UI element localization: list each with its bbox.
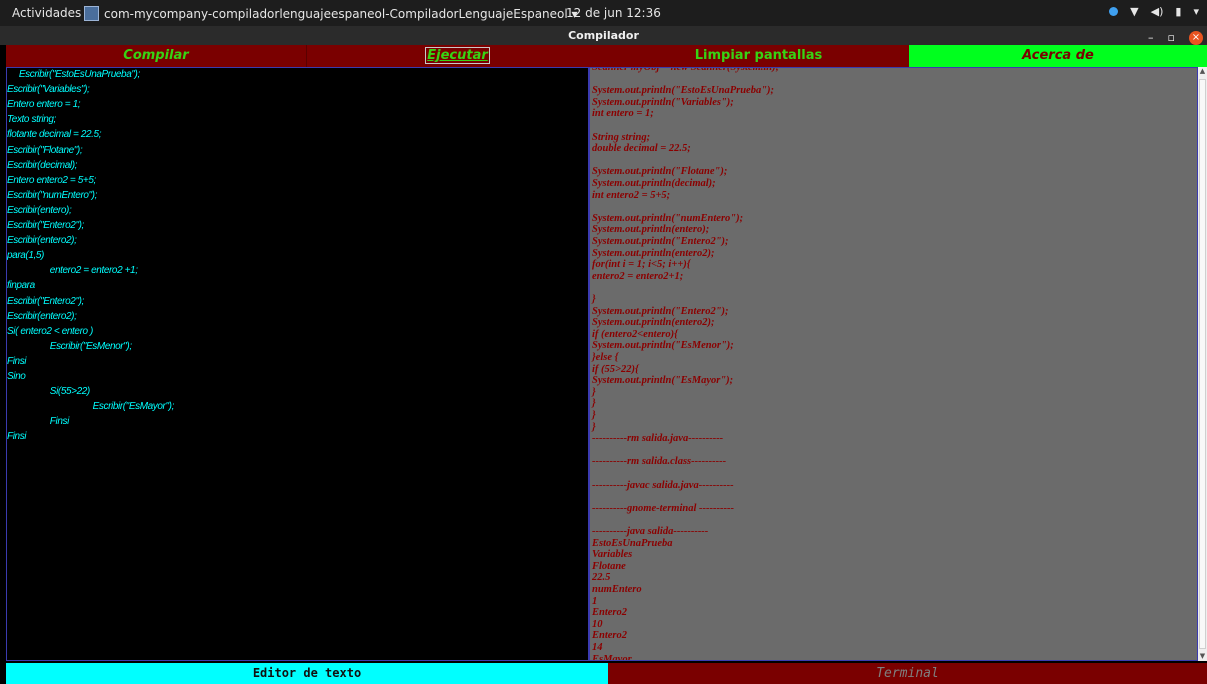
terminal-scrollbar[interactable]: ▲ ▼ (1198, 67, 1207, 661)
editor-line: Escribir("Flotane"); (7, 144, 83, 156)
terminal-line: Entero2 (592, 630, 628, 642)
terminal-line: System.out.println("Entero2"); (592, 305, 729, 317)
editor-line: Sino (7, 371, 26, 382)
terminal-line: EstoEsUnaPrueba (592, 537, 673, 549)
terminal-line: ----------rm salida.java---------- (592, 433, 724, 445)
tab-terminal[interactable]: Terminal (608, 663, 1207, 684)
editor-line: para(1,5) (7, 250, 44, 262)
limpiar-pantallas-button[interactable]: Limpiar pantallas (608, 45, 909, 67)
editor-line: Entero entero2 = 5+5; (7, 174, 96, 186)
activities-button[interactable]: Actividades (12, 6, 81, 20)
compilar-button[interactable]: Compilar (6, 45, 307, 67)
clock[interactable]: 12 de jun 12:36 (566, 6, 661, 20)
terminal-line: numEntero (592, 584, 642, 595)
terminal-line: entero2 = entero2+1; (592, 270, 684, 282)
terminal-line: ----------gnome-terminal ---------- (592, 502, 734, 514)
terminal-line: System.out.println("EsMayor"); (592, 375, 734, 387)
terminal-line: }else { (592, 352, 619, 363)
editor-line: Escribir(entero2); (7, 310, 77, 322)
system-tray[interactable]: ▼ ◀) ▮ ▾ (1109, 5, 1199, 18)
terminal-line: ----------javac salida.java---------- (592, 479, 734, 491)
scroll-up-icon[interactable]: ▲ (1198, 67, 1207, 76)
scrollbar-thumb[interactable] (1199, 79, 1206, 649)
editor-line: Si(55>22) (7, 386, 90, 398)
terminal-line: } (592, 294, 596, 305)
terminal-line: String string; (592, 131, 651, 143)
status-indicator-icon[interactable] (1109, 7, 1119, 16)
editor-line: Texto string; (7, 114, 56, 126)
editor-line: finpara (7, 280, 35, 292)
code-editor[interactable]: Escribir("EstoEsUnaPrueba"); Escribir("Va… (6, 67, 589, 661)
terminal-line: } (592, 386, 596, 398)
window-title-bar: Compilador – ▫ × (0, 26, 1207, 45)
terminal-line: System.out.println("EsMenor"); (592, 340, 734, 352)
editor-line: Escribir("EsMenor"); (7, 340, 132, 352)
terminal-line: System.out.println(entero); (592, 224, 710, 236)
terminal-line: 1 (592, 595, 598, 607)
acerca-de-button[interactable]: Acerca de (909, 45, 1207, 67)
editor-line: Finsi (7, 355, 27, 367)
system-top-bar: Actividades com-mycompany-compiladorleng… (0, 0, 1207, 26)
ejecutar-button[interactable]: Ejecutar (307, 45, 608, 67)
editor-line: Entero entero = 1; (7, 99, 81, 111)
terminal-line: EsMayor (592, 653, 632, 661)
ejecutar-label: Ejecutar (425, 47, 490, 64)
terminal-line: System.out.println("numEntero"); (592, 212, 744, 224)
terminal-line: System.out.println("Variables"); (592, 96, 734, 108)
terminal-line: } (592, 398, 596, 410)
terminal-line: int entero = 1; (592, 108, 654, 120)
terminal-line: ----------rm salida.class---------- (592, 456, 727, 468)
editor-line: Finsi (7, 431, 27, 443)
terminal-output[interactable]: Scanner myObj = new Scanner(System.in); S… (589, 67, 1198, 661)
terminal-line: Entero2 (592, 607, 628, 619)
editor-line: Escribir("Entero2"); (7, 295, 84, 307)
editor-line: Escribir("numEntero"); (7, 189, 97, 201)
terminal-line: System.out.println(entero2); (592, 247, 715, 259)
terminal-line: ----------java salida---------- (592, 526, 709, 537)
menu-arrow-icon[interactable]: ▾ (1193, 5, 1199, 18)
terminal-line: System.out.println("Flotane"); (592, 166, 728, 178)
network-icon[interactable]: ▼ (1130, 5, 1138, 18)
battery-icon[interactable]: ▮ (1175, 5, 1181, 18)
editor-line: Escribir("EstoEsUnaPrueba"); (7, 69, 140, 80)
terminal-line: } (592, 410, 596, 421)
editor-line: Escribir(entero2); (7, 235, 77, 247)
terminal-line: for(int i = 1; i<5; i++){ (592, 259, 691, 271)
terminal-line: Flotane (592, 560, 626, 572)
terminal-line: Scanner myObj = new Scanner(System.in); (592, 67, 780, 73)
terminal-line: double decimal = 22.5; (592, 143, 691, 155)
terminal-line: } (592, 421, 596, 433)
terminal-line: int entero2 = 5+5; (592, 189, 671, 201)
terminal-line: 10 (592, 618, 603, 630)
volume-icon[interactable]: ◀) (1151, 5, 1164, 18)
terminal-line: 22.5 (592, 572, 611, 584)
app-icon (84, 6, 99, 21)
scroll-down-icon[interactable]: ▼ (1198, 652, 1207, 661)
editor-line: Escribir(entero); (7, 204, 72, 216)
editor-line: Finsi (7, 416, 70, 428)
terminal-line: 14 (592, 642, 603, 653)
editor-line: Escribir("Variables"); (7, 84, 90, 96)
window-title: Compilador (568, 29, 639, 42)
terminal-line: System.out.println(entero2); (592, 317, 715, 329)
editor-line: Si( entero2 < entero ) (7, 325, 93, 337)
terminal-line: System.out.println("Entero2"); (592, 236, 729, 247)
terminal-line: if (55>22){ (592, 363, 639, 375)
terminal-line: System.out.println("EstoEsUnaPrueba"); (592, 85, 775, 97)
terminal-line: Variables (592, 549, 633, 561)
editor-line: entero2 = entero2 +1; (7, 265, 138, 277)
editor-line: Escribir("EsMayor"); (7, 401, 175, 413)
terminal-line: System.out.println(decimal); (592, 178, 716, 189)
app-menu[interactable]: com-mycompany-compiladorlenguajeespaneol… (84, 6, 578, 21)
tab-editor-de-texto[interactable]: Editor de texto (6, 663, 608, 684)
close-button[interactable]: × (1189, 30, 1203, 45)
app-menu-label: com-mycompany-compiladorlenguajeespaneol… (104, 6, 578, 21)
editor-line: Escribir(decimal); (7, 159, 78, 171)
terminal-line: if (entero2<entero){ (592, 328, 678, 340)
toolbar: Compilar Ejecutar Limpiar pantallas Acer… (6, 45, 1207, 67)
editor-line: flotante decimal = 22.5; (7, 129, 102, 141)
editor-line: Escribir("Entero2"); (7, 220, 84, 231)
